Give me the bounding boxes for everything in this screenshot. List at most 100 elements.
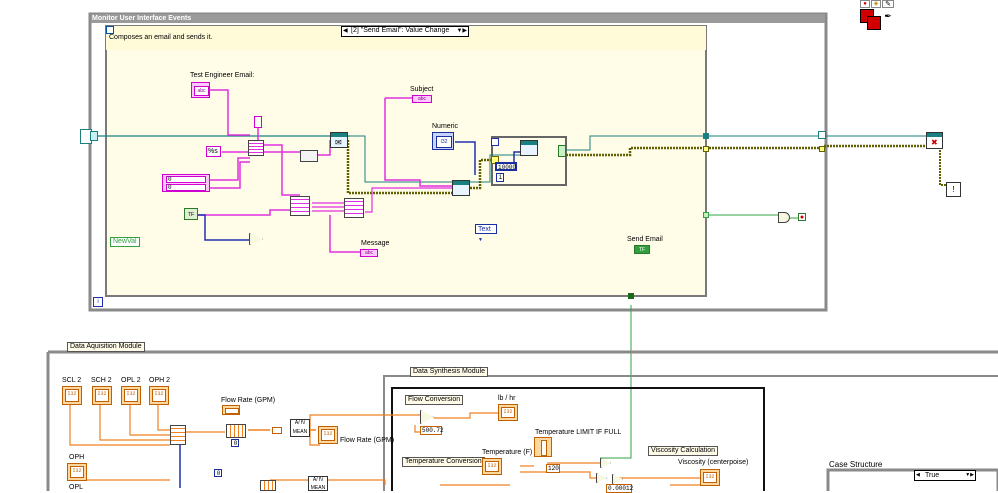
case-next-arrow-icon[interactable]: ▼▶ <box>456 27 467 34</box>
stop-terminal-icon[interactable]: ● <box>798 213 806 221</box>
viscosity-cp-label: Viscosity (centerpoise) <box>678 459 749 466</box>
case-selector-prev-icon[interactable]: ◀ <box>916 471 920 480</box>
string-array-constant: 0 0 <box>162 174 210 192</box>
mean-vi-icon-2: A/ f\/ MEAN <box>308 476 328 491</box>
constant-120: 120 <box>546 464 560 473</box>
channel-label-2: OPL 2 <box>121 377 141 384</box>
constant-small: 0.00012 <box>606 484 634 493</box>
numeric-control[interactable]: I32 <box>432 132 454 150</box>
numeric-label: Numeric <box>432 123 459 130</box>
eyedropper-tool-icon[interactable]: ✒ <box>882 10 894 22</box>
subject-label: Subject <box>410 86 434 93</box>
event-structure-title: Monitor User Interface Events <box>92 15 192 22</box>
oph-indicator: I32 <box>67 463 87 481</box>
constant-10000: 10000 <box>495 162 517 171</box>
message-label: Message <box>361 240 390 247</box>
index-zero-constant: 0 <box>231 439 239 447</box>
case-prev-arrow-icon[interactable]: ◀ <box>343 27 348 34</box>
lb-hr-indicator: I32 <box>498 404 518 421</box>
email-send-vi-icon <box>452 180 470 196</box>
index-array-node <box>226 424 246 438</box>
test-engineer-email-label: Test Engineer Email: <box>190 72 255 79</box>
message-control[interactable]: abc <box>360 249 378 257</box>
ring-dropdown-icon[interactable]: ▼ <box>478 237 483 243</box>
channel-indicator-0: I32 <box>62 386 82 405</box>
data-acquisition-title: Data Aquisition Module <box>67 342 145 352</box>
or-node-icon <box>778 212 790 223</box>
send-email-button-terminal[interactable]: TF <box>634 245 650 254</box>
index-zero-constant-2: 0 <box>214 469 222 477</box>
mean-text: MEAN <box>292 429 308 435</box>
channel-label-0: SCL 2 <box>62 377 82 384</box>
case-selector-value: True <box>925 472 940 479</box>
event-comment: Composes an email and sends it. <box>109 34 213 41</box>
oph-label: OPH <box>69 454 85 461</box>
tunnel-right-mid-icon <box>703 133 709 139</box>
tunnel-right-err-icon <box>703 146 709 152</box>
subject-control[interactable]: abc <box>412 95 432 103</box>
test-engineer-email-control[interactable]: abc <box>191 82 210 98</box>
event-data-node-icon <box>106 26 114 34</box>
temperature-limit-gauge <box>534 437 552 457</box>
event-selector-box[interactable]: ◀ [2] "Send Email": Value Change ▼▶ <box>341 26 469 37</box>
array-element-0: 0 <box>166 176 206 183</box>
case-selector-next-icon[interactable]: ▼▶ <box>965 471 974 480</box>
flow-conversion-label: Flow Conversion <box>405 395 464 405</box>
tunnel-right-top-icon <box>818 131 826 139</box>
flow-rate-label-bottom: Flow Rate (GPM) <box>340 437 395 444</box>
flow-rate-indicator: I32 <box>318 426 338 444</box>
index-array-node-2 <box>260 480 276 491</box>
temperature-conversion-label: Temperature Conversion <box>402 457 485 467</box>
tunnel-bool-out-icon <box>703 212 709 218</box>
channel-label-1: SCH 2 <box>91 377 112 384</box>
mean-text-2: MEAN <box>310 485 326 491</box>
numeric-tag: I32 <box>436 136 452 148</box>
build-array-acq-node <box>170 425 186 445</box>
loop-index-terminal: i <box>496 173 504 182</box>
temperature-limit-label: Temperature LIMIT IF FULL <box>535 429 622 436</box>
flow-rate-chart-indicator <box>222 405 240 415</box>
string-subset-node <box>290 196 310 216</box>
newval-terminal: NewVal <box>110 237 140 247</box>
loop-iteration-terminal: i <box>93 297 103 307</box>
case-structure-title: Case Structure <box>829 460 883 469</box>
color-tool-icon[interactable] <box>860 9 881 30</box>
event-case-frame <box>105 25 707 297</box>
case-selector-label: [2] "Send Email": Value Change <box>351 27 450 34</box>
flow-rate-label-top: Flow Rate (GPM) <box>221 397 276 404</box>
pen-tool-icon[interactable]: ✎ <box>882 0 894 8</box>
email-loop-vi-icon <box>520 140 538 156</box>
data-synthesis-title: Data Synthesis Module <box>410 367 488 377</box>
loop-left-shift-register-icon <box>491 138 499 146</box>
tunnel-right-err2-icon <box>819 146 825 152</box>
temperature-f-label: Temperature (F) <box>482 449 533 456</box>
send-email-label: Send Email <box>627 236 663 243</box>
array-element-1: 0 <box>166 184 206 191</box>
shift-register-left-icon <box>90 131 98 141</box>
close-reference-vi-icon: ✖ <box>926 132 943 149</box>
conversion-node <box>272 427 282 434</box>
boolean-array-control[interactable]: TF <box>184 208 198 220</box>
breakpoint-tool-icon[interactable]: ● <box>860 0 870 8</box>
array-to-cluster-node <box>344 198 364 218</box>
constant-500-72: 500.72 <box>420 426 444 435</box>
channel-indicator-3: I32 <box>149 386 169 405</box>
format-string-constant: %s <box>206 146 221 157</box>
loop-right-shift-register-icon <box>558 145 566 157</box>
concatenate-node <box>248 140 264 156</box>
pink-node-top <box>254 116 262 128</box>
channel-indicator-2: I32 <box>121 386 141 405</box>
channel-indicator-1: I32 <box>92 386 112 405</box>
tunnel-bottom-icon <box>628 293 634 299</box>
case-structure-selector[interactable]: ◀ True ▼▶ <box>914 470 976 481</box>
viscosity-indicator: I32 <box>700 469 720 486</box>
probe-tool-icon[interactable]: ◈ <box>871 0 881 8</box>
string-control-tag: abc <box>194 86 209 96</box>
simple-error-handler-icon: ! <box>946 182 961 197</box>
viscosity-calculation-label: Viscosity Calculation <box>648 446 719 456</box>
text-ring-control[interactable]: Text ▼ <box>475 224 497 243</box>
event-structure-title-bar <box>91 14 825 23</box>
email-open-reference-icon: ✉ <box>330 132 348 148</box>
temperature-f-indicator: I32 <box>482 458 502 475</box>
lb-hr-label: lb / hr <box>498 395 516 402</box>
